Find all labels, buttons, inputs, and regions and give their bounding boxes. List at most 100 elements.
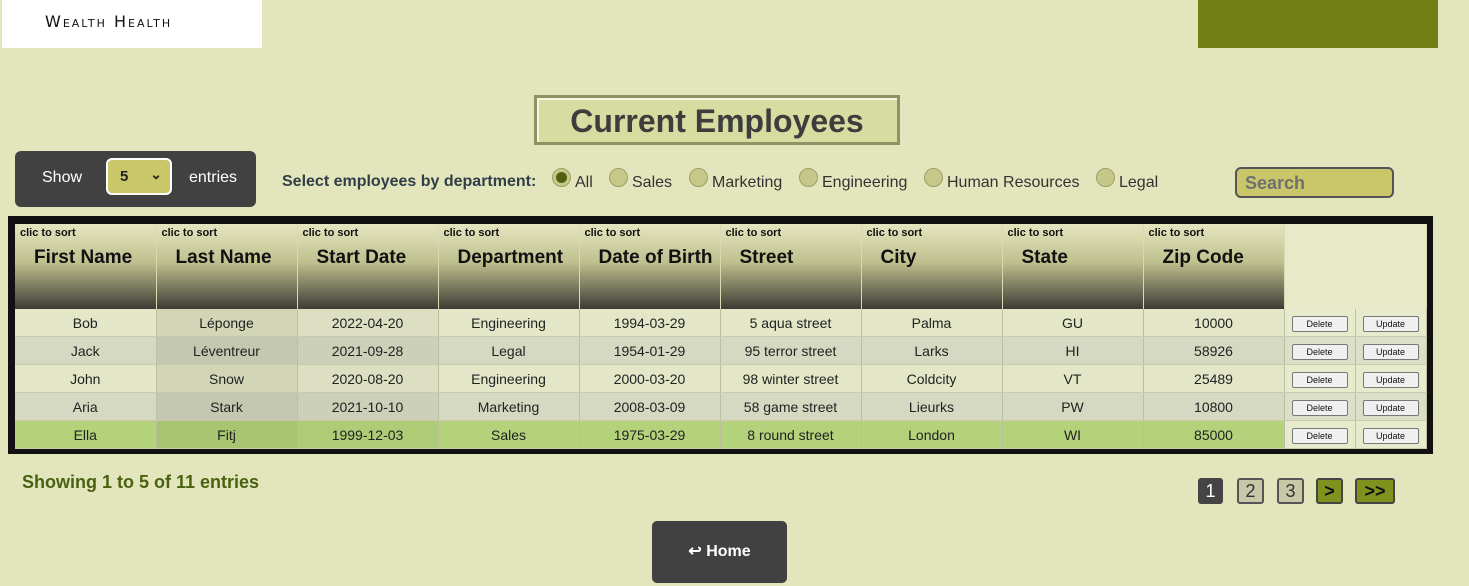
table-row: John Snow 2020-08-20 Engineering 2000-03… bbox=[15, 364, 1427, 393]
cell-city: Coldcity bbox=[861, 364, 1003, 393]
cell-city: Larks bbox=[861, 336, 1003, 365]
cell-street: 8 round street bbox=[720, 420, 862, 449]
page-button-2[interactable]: 2 bbox=[1237, 478, 1264, 504]
sort-hint: clic to sort bbox=[20, 227, 76, 239]
cell-department: Legal bbox=[438, 336, 580, 365]
column-header-first-name[interactable]: clic to sort First Name bbox=[15, 224, 157, 309]
cell-update: Update bbox=[1355, 420, 1427, 449]
cell-last-name: Stark bbox=[156, 392, 298, 421]
cell-update: Update bbox=[1355, 309, 1427, 337]
cell-street: 5 aqua street bbox=[720, 309, 862, 337]
cell-department: Marketing bbox=[438, 392, 580, 421]
entries-select[interactable]: 5 ⌄ bbox=[106, 158, 172, 195]
column-label: Department bbox=[457, 247, 564, 268]
page-button-1[interactable]: 1 bbox=[1198, 478, 1223, 504]
column-header-zip-code[interactable]: clic to sort Zip Code bbox=[1143, 224, 1285, 309]
cell-first-name: John bbox=[15, 364, 157, 393]
cell-zip-code: 10000 bbox=[1143, 309, 1285, 337]
column-header-city[interactable]: clic to sort City bbox=[861, 224, 1003, 309]
cell-state: PW bbox=[1002, 392, 1144, 421]
cell-date-of-birth: 2000-03-20 bbox=[579, 364, 721, 393]
radio-label: Legal bbox=[1119, 174, 1159, 191]
cell-street: 58 game street bbox=[720, 392, 862, 421]
cell-first-name: Aria bbox=[15, 392, 157, 421]
column-label: State bbox=[1021, 247, 1068, 268]
cell-start-date: 2021-10-10 bbox=[297, 392, 439, 421]
next-page-button[interactable]: > bbox=[1316, 478, 1343, 504]
page-button-3[interactable]: 3 bbox=[1277, 478, 1304, 504]
radio-button-icon bbox=[1096, 168, 1115, 187]
cell-start-date: 1999-12-03 bbox=[297, 420, 439, 449]
sort-hint: clic to sort bbox=[725, 227, 782, 239]
table-header-row: clic to sort First Name clic to sort Last … bbox=[15, 224, 1427, 309]
cell-start-date: 2021-09-28 bbox=[297, 336, 439, 365]
cell-first-name: Ella bbox=[15, 420, 157, 449]
delete-button[interactable]: Delete bbox=[1291, 399, 1348, 416]
column-header-department[interactable]: clic to sort Department bbox=[438, 224, 580, 309]
column-label: Start Date bbox=[316, 247, 407, 268]
update-button[interactable]: Update bbox=[1362, 427, 1419, 444]
radio-button-icon bbox=[799, 168, 818, 187]
entries-label: entries bbox=[189, 169, 238, 186]
column-header-street[interactable]: clic to sort Street bbox=[720, 224, 862, 309]
table-row: Bob Léponge 2022-04-20 Engineering 1994-… bbox=[15, 309, 1427, 337]
column-header-start-date[interactable]: clic to sort Start Date bbox=[297, 224, 439, 309]
showing-entries-text: Showing 1 to 5 of 11 entries bbox=[22, 472, 260, 492]
radio-label: Engineering bbox=[822, 174, 908, 191]
column-header-last-name[interactable]: clic to sort Last Name bbox=[156, 224, 298, 309]
last-page-button[interactable]: >> bbox=[1355, 478, 1395, 504]
cell-date-of-birth: 1954-01-29 bbox=[579, 336, 721, 365]
cell-street: 98 winter street bbox=[720, 364, 862, 393]
radio-button-icon bbox=[689, 168, 708, 187]
cell-state: HI bbox=[1002, 336, 1144, 365]
department-filter-label: Select employees by department: bbox=[282, 173, 537, 190]
cell-delete: Delete bbox=[1284, 309, 1356, 337]
sort-hint: clic to sort bbox=[161, 227, 218, 239]
logo: Wealth Health bbox=[45, 12, 173, 31]
cell-zip-code: 58926 bbox=[1143, 336, 1285, 365]
logo-area: Wealth Health bbox=[2, 0, 262, 48]
column-label: First Name bbox=[34, 247, 133, 268]
column-header-actions bbox=[1284, 224, 1427, 309]
update-button[interactable]: Update bbox=[1362, 399, 1419, 416]
column-header-state[interactable]: clic to sort State bbox=[1002, 224, 1144, 309]
delete-button[interactable]: Delete bbox=[1291, 343, 1348, 360]
cell-start-date: 2022-04-20 bbox=[297, 309, 439, 337]
cell-first-name: Jack bbox=[15, 336, 157, 365]
cell-date-of-birth: 1975-03-29 bbox=[579, 420, 721, 449]
cell-update: Update bbox=[1355, 392, 1427, 421]
sort-hint: clic to sort bbox=[1148, 227, 1205, 239]
cell-state: GU bbox=[1002, 309, 1144, 337]
cell-update: Update bbox=[1355, 364, 1427, 393]
sort-hint: clic to sort bbox=[302, 227, 359, 239]
update-button[interactable]: Update bbox=[1362, 371, 1419, 388]
cell-department: Engineering bbox=[438, 364, 580, 393]
cell-delete: Delete bbox=[1284, 392, 1356, 421]
search-input[interactable]: Search bbox=[1235, 167, 1394, 198]
update-button[interactable]: Update bbox=[1362, 343, 1419, 360]
cell-city: London bbox=[861, 420, 1003, 449]
delete-button[interactable]: Delete bbox=[1291, 371, 1348, 388]
page-title: Current Employees bbox=[570, 103, 864, 139]
radio-label: Sales bbox=[632, 174, 673, 191]
radio-label: All bbox=[575, 174, 593, 191]
column-header-date-of-birth[interactable]: clic to sort Date of Birth bbox=[579, 224, 721, 309]
table-row: Aria Stark 2021-10-10 Marketing 2008-03-… bbox=[15, 392, 1427, 421]
delete-button[interactable]: Delete bbox=[1291, 427, 1348, 444]
cell-last-name: Léventreur bbox=[156, 336, 298, 365]
update-button[interactable]: Update bbox=[1362, 315, 1419, 332]
cell-state: WI bbox=[1002, 420, 1144, 449]
home-button[interactable]: ↩ Home bbox=[652, 521, 787, 583]
cell-update: Update bbox=[1355, 336, 1427, 365]
cell-zip-code: 10800 bbox=[1143, 392, 1285, 421]
delete-button[interactable]: Delete bbox=[1291, 315, 1348, 332]
cell-department: Engineering bbox=[438, 309, 580, 337]
cell-delete: Delete bbox=[1284, 420, 1356, 449]
table-row: Jack Léventreur 2021-09-28 Legal 1954-01… bbox=[15, 336, 1427, 365]
page-title-box: Current Employees bbox=[534, 95, 900, 145]
cell-last-name: Fitj bbox=[156, 420, 298, 449]
chevron-down-icon: ⌄ bbox=[150, 166, 162, 182]
cell-street: 95 terror street bbox=[720, 336, 862, 365]
employees-table-container: clic to sort First Name clic to sort Last … bbox=[8, 216, 1433, 454]
column-label: City bbox=[880, 247, 917, 268]
